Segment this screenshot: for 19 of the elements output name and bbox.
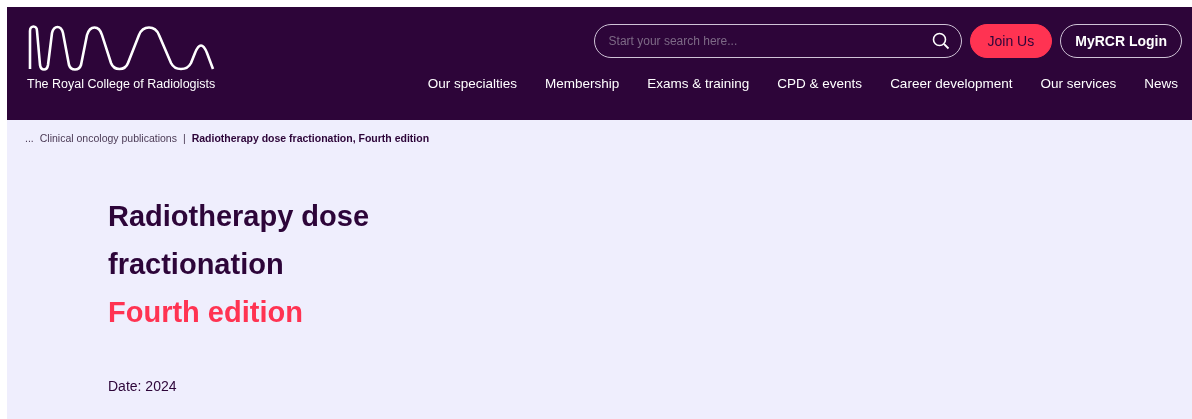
nav-link[interactable]: Membership: [545, 76, 620, 91]
nav-link[interactable]: News: [1144, 76, 1178, 91]
breadcrumb-link[interactable]: Clinical oncology publications: [39, 132, 177, 144]
page-title: fractionation: [108, 247, 284, 282]
search-icon[interactable]: [931, 32, 950, 50]
join-button[interactable]: Join Us: [969, 24, 1053, 58]
breadcrumb-separator: |: [182, 132, 186, 144]
nav-link[interactable]: Our specialties: [427, 76, 517, 91]
nav-link[interactable]: CPD & events: [777, 76, 863, 91]
nav-link[interactable]: Exams & training: [647, 76, 750, 91]
nav-link[interactable]: Career development: [890, 76, 1013, 91]
page-title: Radiotherapy dose: [108, 199, 370, 234]
page-subtitle: Fourth edition: [108, 295, 303, 330]
publication-date: Date: 2024: [108, 378, 178, 394]
nav-link[interactable]: Our services: [1040, 76, 1117, 91]
wave-logo-icon[interactable]: [27, 25, 215, 71]
breadcrumb-ellipsis[interactable]: ...: [25, 132, 34, 144]
logo-text[interactable]: The Royal College of Radiologists: [27, 77, 216, 91]
search-field[interactable]: Start your search here...: [593, 24, 962, 58]
